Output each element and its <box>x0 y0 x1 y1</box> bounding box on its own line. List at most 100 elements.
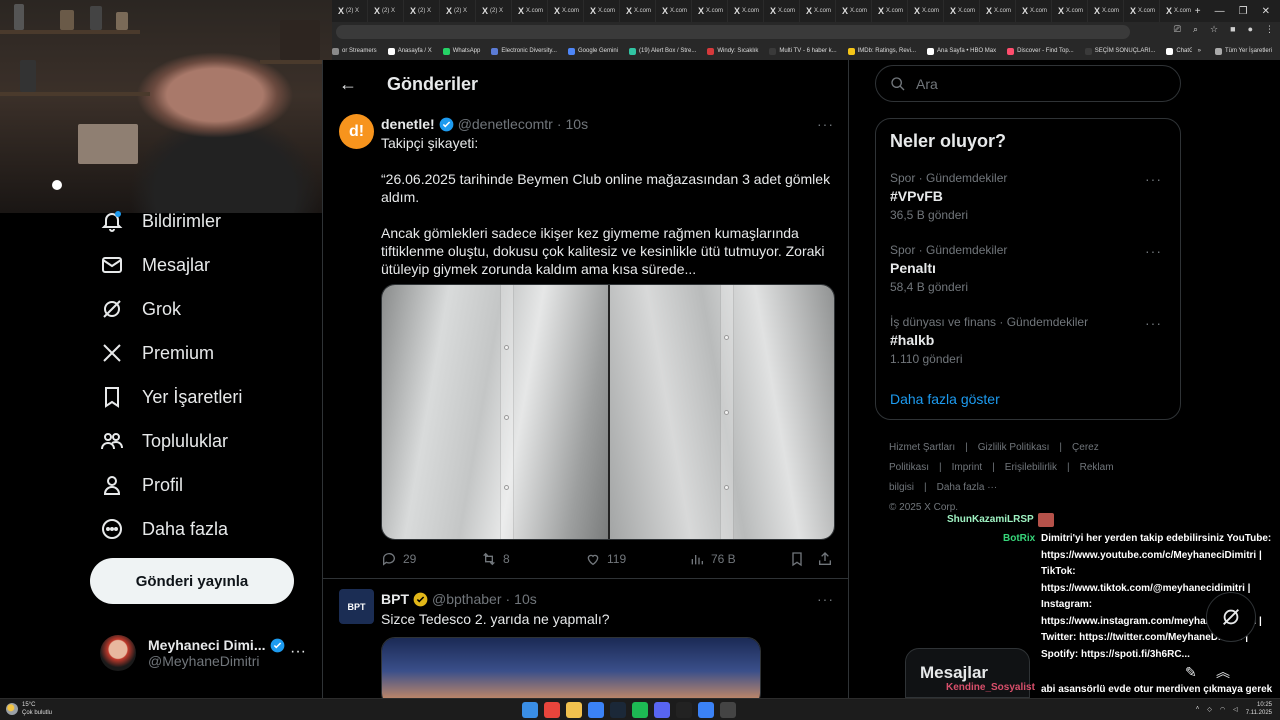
browser-tab[interactable]: XX.com <box>1160 0 1196 22</box>
bookmark-item[interactable]: IMDb: Ratings, Revi... <box>847 47 916 55</box>
wifi-icon[interactable]: ◠ <box>1220 706 1225 713</box>
nav-communities[interactable]: Topluluklar <box>100 425 228 457</box>
steam-icon[interactable] <box>610 702 626 718</box>
share-button[interactable] <box>817 551 835 567</box>
browser-tab[interactable]: XX.com <box>908 0 944 22</box>
folder-icon[interactable] <box>566 702 582 718</box>
browser-tab[interactable]: XX.com <box>764 0 800 22</box>
bookmark-item[interactable]: or Streamers <box>332 47 377 55</box>
back-arrow-icon[interactable]: ← <box>339 74 357 95</box>
search-box[interactable]: Ara <box>875 65 1181 102</box>
browser-tab[interactable]: X (2) X <box>332 0 368 22</box>
windows-start-icon[interactable] <box>522 702 538 718</box>
bookmark-item[interactable]: Ana Sayfa • HBO Max <box>927 47 996 55</box>
trend-more-icon[interactable]: ··· <box>1145 171 1162 187</box>
tweet-media[interactable] <box>381 637 761 698</box>
bookmark-item[interactable]: Windy: Sıcaklık <box>707 47 758 55</box>
browser-tab[interactable]: X (2) X <box>404 0 440 22</box>
nav-more[interactable]: Daha fazla <box>100 513 228 545</box>
address-bar[interactable] <box>336 25 1130 39</box>
obs-icon[interactable] <box>720 702 736 718</box>
avatar[interactable]: d! <box>339 114 374 149</box>
browser-tab[interactable]: XX.com <box>1016 0 1052 22</box>
tweet-author-handle[interactable]: @bpthaber <box>432 591 501 607</box>
browser-tab[interactable]: XX.com <box>512 0 548 22</box>
bookmark-item[interactable]: Google Gemini <box>567 47 618 55</box>
browser-tab[interactable]: X (2) X <box>440 0 476 22</box>
browser-tab[interactable]: XX.com <box>1124 0 1160 22</box>
tweet-more-icon[interactable]: ··· <box>817 591 834 607</box>
browser-tab[interactable]: XX.com <box>980 0 1016 22</box>
browser-tab[interactable]: XX.com <box>656 0 692 22</box>
maximize-icon[interactable]: ❐ <box>1239 6 1248 17</box>
browser-tab[interactable]: XX.com <box>692 0 728 22</box>
browser-tab[interactable]: XX.com <box>1088 0 1124 22</box>
bookmark-item[interactable]: Electronic Diversity... <box>491 47 557 55</box>
tweet-author-name[interactable]: BPT <box>381 591 409 607</box>
bookmark-item[interactable]: Multi TV - 6 haber k... <box>769 47 837 55</box>
tweet[interactable]: BPT BPT @bpthaber · 10s ··· Sizce Tedesc… <box>323 579 848 698</box>
browser-tab[interactable]: XX.com <box>728 0 764 22</box>
account-switcher[interactable]: Meyhaneci Dimi... @MeyhaneDimitri ··· <box>100 635 306 671</box>
app-icon[interactable] <box>588 702 604 718</box>
trend-more-icon[interactable]: ··· <box>1145 243 1162 259</box>
grok-floating-button[interactable] <box>1206 592 1256 642</box>
views-button[interactable]: 76 B <box>689 551 789 567</box>
bookmarks-overflow-button[interactable]: » <box>1198 48 1201 54</box>
tweet-author-name[interactable]: denetle! <box>381 116 435 132</box>
browser-tab[interactable]: XX.com <box>944 0 980 22</box>
bookmark-item[interactable]: Anasayfa / X <box>387 47 432 55</box>
expand-drawer-icon[interactable]: ︽ <box>1216 662 1230 682</box>
app-icon[interactable] <box>676 702 692 718</box>
tweet-author-handle[interactable]: @denetlecomtr <box>458 116 553 132</box>
footer-link[interactable]: Erişilebilirlik <box>1005 462 1057 473</box>
like-button[interactable]: 119 <box>585 551 689 567</box>
browser-tab[interactable]: XX.com <box>836 0 872 22</box>
minimize-icon[interactable]: — <box>1215 6 1225 17</box>
bookmark-item[interactable]: SEÇİM SONUÇLARI... <box>1084 47 1155 55</box>
tweet-media[interactable] <box>381 284 835 540</box>
tweet-time[interactable]: 10s <box>566 116 589 132</box>
extension-icon[interactable]: ■ <box>1230 24 1235 35</box>
footer-link[interactable]: Hizmet Şartları <box>889 442 955 453</box>
volume-icon[interactable]: ◁ <box>1233 706 1238 713</box>
browser-tab[interactable]: X (2) X <box>368 0 404 22</box>
nav-messages[interactable]: Mesajlar <box>100 249 210 281</box>
bookmark-star-icon[interactable]: ☆ <box>1210 24 1218 35</box>
spotify-icon[interactable] <box>632 702 648 718</box>
reply-button[interactable]: 29 <box>381 551 481 567</box>
browser-tab[interactable]: XX.com <box>800 0 836 22</box>
close-window-icon[interactable]: ✕ <box>1262 6 1270 17</box>
footer-link[interactable]: Gizlilik Politikası <box>978 442 1050 453</box>
nav-notifications[interactable]: Bildirimler <box>100 205 221 237</box>
show-more-link[interactable]: Daha fazla göster <box>890 391 1000 407</box>
cast-icon[interactable]: ⎚ <box>1174 24 1181 35</box>
nav-profile[interactable]: Profil <box>100 469 183 501</box>
discord-icon[interactable] <box>654 702 670 718</box>
nav-grok[interactable]: Grok <box>100 293 181 325</box>
chrome-icon[interactable] <box>544 702 560 718</box>
bookmark-item[interactable]: Discover - Find Top... <box>1007 47 1074 55</box>
account-more-icon[interactable]: ··· <box>290 643 306 661</box>
browser-tab[interactable]: X (2) X <box>476 0 512 22</box>
trend-item[interactable]: Spor · Gündemdekiler Penaltı 58,4 B gönd… <box>890 243 1170 294</box>
tweet-time[interactable]: 10s <box>514 591 537 607</box>
trend-more-icon[interactable]: ··· <box>1145 315 1162 331</box>
browser-tab[interactable]: XX.com <box>584 0 620 22</box>
bookmark-item[interactable]: (19) Alert Box / Stre... <box>629 47 696 55</box>
footer-link[interactable]: Imprint <box>952 462 983 473</box>
menu-icon[interactable]: ⋮ <box>1265 24 1274 35</box>
tweet-more-icon[interactable]: ··· <box>817 116 834 132</box>
bookmark-button[interactable] <box>789 551 817 567</box>
nav-premium[interactable]: Premium <box>100 337 214 369</box>
browser-tab[interactable]: XX.com <box>872 0 908 22</box>
zoom-icon[interactable]: ⌕ <box>1193 24 1198 35</box>
trend-item[interactable]: İş dünyası ve finans · Gündemdekiler #ha… <box>890 315 1170 366</box>
clock[interactable]: 10:25 7.11.2025 <box>1246 701 1272 717</box>
weather-widget[interactable]: 15°C Çok bulutlu <box>6 701 52 717</box>
browser-tab[interactable]: XX.com <box>548 0 584 22</box>
all-bookmarks[interactable]: Tüm Yer İşaretleri <box>1214 47 1272 55</box>
tray-chevron-icon[interactable]: ˄ <box>1196 706 1200 712</box>
profile-avatar-icon[interactable]: ● <box>1248 24 1253 35</box>
nav-bookmarks[interactable]: Yer İşaretleri <box>100 381 242 413</box>
